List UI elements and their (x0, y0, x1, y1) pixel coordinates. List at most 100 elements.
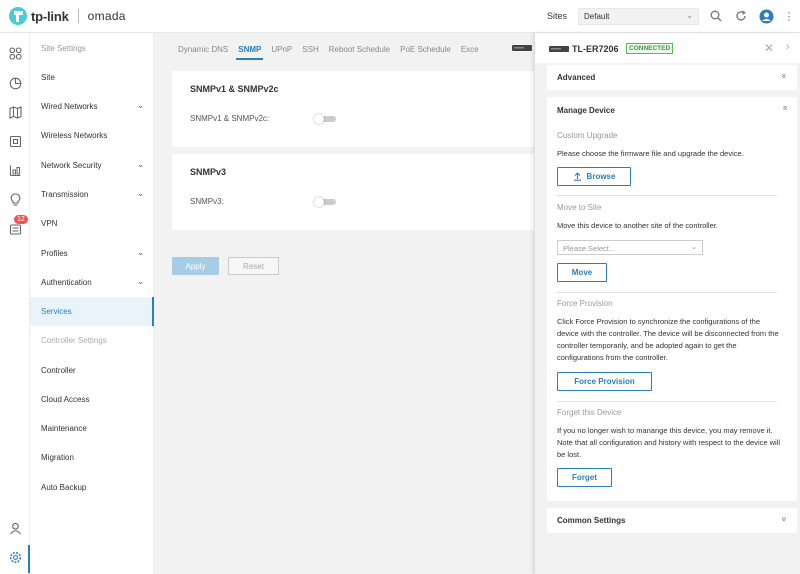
logs-icon[interactable]: 12 (0, 215, 30, 241)
tp-link-logo-icon (9, 7, 27, 25)
device-detail-panel: TL-ER7206 CONNECTED ✕ › Advanced » Manag… (512, 33, 800, 574)
tab-dynamic-dns[interactable]: Dynamic DNS (178, 45, 228, 61)
insight-chart-icon[interactable] (0, 158, 30, 182)
logo-divider (77, 9, 79, 23)
snmp-v3-toggle[interactable] (314, 197, 336, 207)
expand-icon[interactable]: » (779, 73, 789, 78)
account-icon[interactable] (0, 516, 30, 540)
tab-poe-schedule[interactable]: PoE Schedule (400, 45, 451, 61)
sidebar-item-label: Authentication (41, 278, 92, 287)
chevron-down-icon: ⌄ (137, 248, 144, 257)
forget-button[interactable]: Forget (557, 468, 612, 487)
sidebar-group-controller-settings: Controller Settings (30, 326, 154, 355)
tab-snmp[interactable]: SNMP (236, 45, 264, 61)
sidebar-item-label: Maintenance (41, 424, 87, 433)
sidebar-item-cloud-access[interactable]: Cloud Access (30, 385, 154, 414)
services-tabs: Dynamic DNS SNMP UPnP SSH Reboot Schedul… (178, 45, 489, 61)
force-provision-button[interactable]: Force Provision (557, 372, 652, 391)
devices-icon[interactable] (0, 129, 30, 153)
search-icon[interactable] (708, 8, 724, 24)
settings-sidebar: Site Settings Site Wired Networks ⌄ Wirel… (30, 33, 154, 574)
status-badge: CONNECTED (626, 43, 674, 54)
toggle-knob (314, 197, 324, 207)
manage-device-section: Manage Device » Custom Upgrade Please ch… (547, 97, 797, 501)
sidebar-item-network-security[interactable]: Network Security ⌄ (30, 151, 154, 180)
move-button[interactable]: Move (557, 263, 607, 282)
sidebar-item-site[interactable]: Site (30, 63, 154, 92)
forget-device-heading: Forget this Device (557, 408, 622, 417)
sidebar-item-label: Cloud Access (41, 395, 90, 404)
card-title: SNMPv1 & SNMPv2c (190, 84, 279, 94)
select-placeholder: Please Select... (563, 244, 616, 253)
sidebar-item-auto-backup[interactable]: Auto Backup (30, 473, 154, 502)
sidebar-item-label: Site (41, 73, 55, 82)
map-icon[interactable] (0, 100, 30, 124)
chevron-down-icon: ⌄ (691, 244, 697, 251)
tab-reboot-schedule[interactable]: Reboot Schedule (329, 45, 390, 61)
toggle-knob (314, 114, 324, 124)
common-settings-section[interactable]: Common Settings » (547, 508, 797, 533)
section-title: Manage Device (557, 106, 615, 115)
hotspot-bulb-icon[interactable] (0, 187, 30, 211)
apply-button[interactable]: Apply (172, 257, 219, 275)
sidebar-item-profiles[interactable]: Profiles ⌄ (30, 239, 154, 268)
sidebar-item-label: Migration (41, 453, 74, 462)
snmp-v1v2-toggle[interactable] (314, 114, 336, 124)
reset-button[interactable]: Reset (228, 257, 279, 275)
forget-device-text: If you no longer wish to manange this de… (557, 426, 781, 459)
divider (557, 401, 777, 402)
sidebar-item-label: Controller (41, 366, 76, 375)
icon-rail: 12 (0, 33, 30, 574)
sidebar-item-controller[interactable]: Controller (30, 356, 154, 385)
tab-ssh[interactable]: SSH (302, 45, 318, 61)
brand-name: tp-link (31, 8, 69, 24)
expand-icon[interactable]: » (779, 516, 789, 521)
chevron-down-icon: ⌄ (137, 189, 144, 198)
tab-upnp[interactable]: UPnP (271, 45, 292, 61)
section-title: Common Settings (557, 516, 626, 525)
tab-export[interactable]: Exce (461, 45, 479, 61)
refresh-icon[interactable] (733, 8, 749, 24)
sidebar-item-vpn[interactable]: VPN (30, 209, 154, 238)
divider (557, 292, 777, 293)
custom-upgrade-text: Please choose the firmware file and upgr… (557, 149, 744, 158)
sidebar-group-label: Controller Settings (41, 336, 107, 345)
sidebar-title: Site Settings (41, 44, 86, 53)
site-selector[interactable]: Default ⌄ (578, 8, 699, 25)
more-options-icon[interactable]: ⋮ (781, 8, 797, 24)
snmp-v1v2-label: SNMPv1 & SNMPv2c: (190, 114, 270, 123)
close-icon[interactable]: ✕ (764, 41, 774, 55)
force-provision-text: Click Force Provision to synchronize the… (557, 317, 779, 362)
product-name: omada (87, 9, 126, 23)
statistics-pie-icon[interactable] (0, 71, 30, 95)
site-select-dropdown[interactable]: Please Select... ⌄ (557, 240, 703, 255)
custom-upgrade-heading: Custom Upgrade (557, 131, 618, 140)
user-avatar-icon[interactable] (758, 8, 774, 24)
sidebar-item-migration[interactable]: Migration (30, 443, 154, 472)
sidebar-item-maintenance[interactable]: Maintenance (30, 414, 154, 443)
sidebar-item-wireless-networks[interactable]: Wireless Networks (30, 121, 154, 150)
sidebar-item-label: Transmission (41, 190, 89, 199)
chevron-down-icon: ⌄ (686, 11, 693, 20)
device-name: TL-ER7206 (572, 44, 619, 54)
router-device-icon (549, 46, 569, 52)
browse-button[interactable]: Browse (557, 167, 631, 186)
force-provision-heading: Force Provision (557, 299, 613, 308)
advanced-section[interactable]: Advanced » (547, 65, 797, 90)
chevron-down-icon: ⌄ (137, 277, 144, 286)
sidebar-item-services[interactable]: Services (30, 297, 154, 326)
sites-label: Sites (547, 11, 568, 21)
sidebar-item-transmission[interactable]: Transmission ⌄ (30, 180, 154, 209)
settings-gear-icon[interactable] (0, 545, 30, 573)
sidebar-item-label: VPN (41, 219, 58, 228)
section-title: Advanced (557, 73, 596, 82)
chevron-right-icon[interactable]: › (786, 41, 790, 53)
tp-link-logo[interactable]: tp-link omada (8, 6, 126, 26)
collapse-icon[interactable]: » (779, 105, 789, 110)
top-header: tp-link omada Sites Default ⌄ ⋮ (0, 0, 800, 33)
sidebar-item-wired-networks[interactable]: Wired Networks ⌄ (30, 92, 154, 121)
sidebar-item-authentication[interactable]: Authentication ⌄ (30, 268, 154, 297)
sidebar-item-label: Auto Backup (41, 483, 87, 492)
snmp-v3-label: SNMPv3: (190, 197, 224, 206)
dashboard-icon[interactable] (0, 41, 30, 65)
